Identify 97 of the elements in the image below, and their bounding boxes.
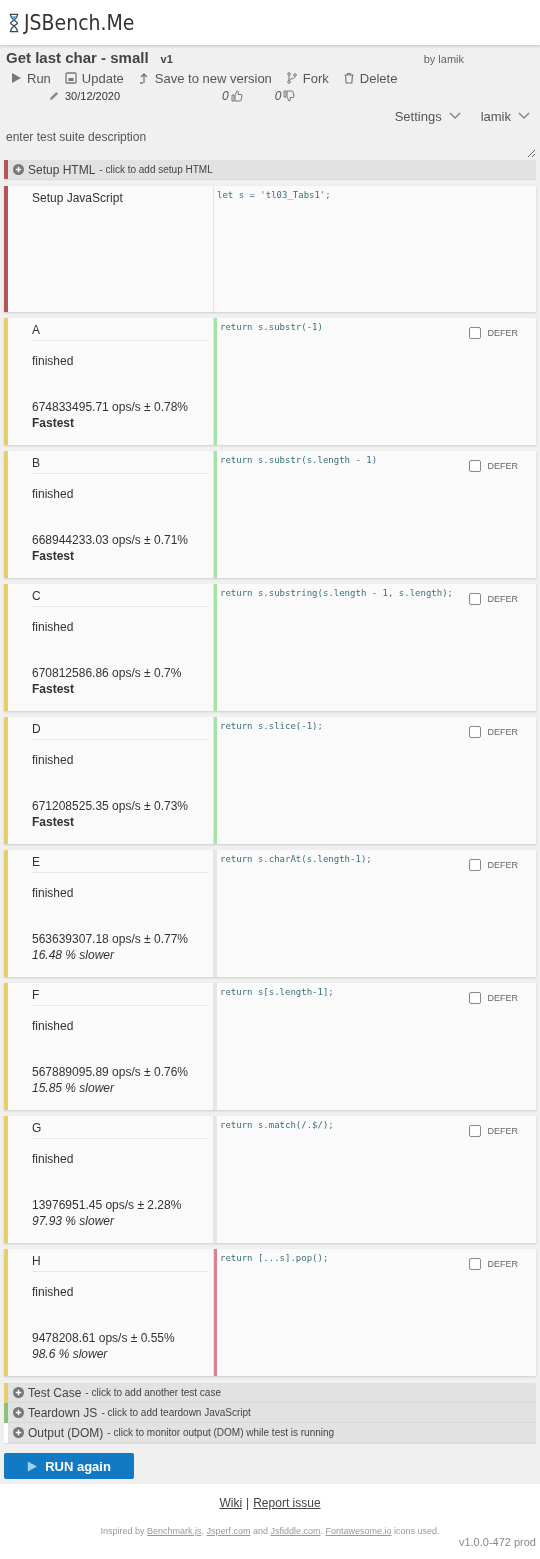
- like-button[interactable]: 0: [222, 89, 243, 103]
- test-result: 97.93 % slower: [32, 1214, 116, 1228]
- toolbar-button[interactable]: Run: [10, 69, 51, 87]
- test-name: F: [32, 987, 209, 1006]
- credits-text: Inspired by Benchmark.js, Jsperf.com and Jsfiddle.com. Fontawesome.io icons used.: [100, 1526, 440, 1536]
- toolbar-button[interactable]: Delete: [342, 69, 398, 87]
- wiki-link[interactable]: Wiki: [219, 1496, 243, 1510]
- test-name: B: [32, 455, 209, 474]
- toolbar-button[interactable]: Fork: [285, 69, 329, 87]
- code-editor[interactable]: return [...s].pop(); DEFER: [214, 1249, 536, 1376]
- toolbar-button[interactable]: Update: [64, 69, 124, 87]
- setup-html-bar[interactable]: Setup HTML - click to add setup HTML: [4, 160, 536, 179]
- defer-checkbox[interactable]: DEFER: [469, 593, 518, 605]
- dropdown-menu[interactable]: lamik: [480, 108, 530, 124]
- test-name: C: [32, 588, 209, 607]
- test-name: E: [32, 854, 209, 873]
- test-status: finished: [32, 1019, 75, 1033]
- test-result: Fastest: [32, 682, 76, 696]
- test-ops: 674833495.71 ops/s ± 0.78%: [32, 400, 190, 414]
- version-text: v1.0.0-472 prod: [458, 1536, 536, 1548]
- upload-icon: [137, 72, 150, 84]
- thumbs-up-icon: [230, 90, 243, 102]
- bar-hint: - click to monitor output (DOM) while test is running: [107, 1427, 335, 1438]
- play-icon: [10, 72, 22, 84]
- toolbar-button[interactable]: Save to new version: [137, 69, 272, 87]
- code-editor[interactable]: return s.match(/.$/); DEFER: [214, 1116, 536, 1243]
- code-editor[interactable]: return s[s.length-1]; DEFER: [214, 983, 536, 1110]
- run-again-button[interactable]: RUN again: [4, 1453, 134, 1479]
- fork-icon: [285, 72, 298, 84]
- play-icon: [27, 1460, 38, 1472]
- dislike-button[interactable]: 0: [274, 89, 296, 103]
- test-ops: 670812586.86 ops/s ± 0.7%: [32, 666, 183, 680]
- test-name: D: [32, 721, 209, 740]
- author-label: by lamik: [423, 53, 464, 65]
- test-result: 98.6 % slower: [32, 1347, 109, 1361]
- code-editor[interactable]: return s.charAt(s.length-1); DEFER: [214, 850, 536, 977]
- code-editor[interactable]: return s.substr(-1) DEFER: [214, 318, 536, 445]
- test-result: Fastest: [32, 416, 76, 430]
- test-ops: 9478208.61 ops/s ± 0.55%: [32, 1331, 176, 1345]
- test-result: 16.48 % slower: [32, 948, 116, 962]
- setup-js-label: Setup JavaScript: [32, 190, 124, 205]
- save-icon: [64, 72, 77, 84]
- bar-title: Test Case: [28, 1385, 82, 1400]
- defer-checkbox[interactable]: DEFER: [469, 460, 518, 472]
- defer-checkbox[interactable]: DEFER: [469, 327, 518, 339]
- test-ops: 13976951.45 ops/s ± 2.28%: [32, 1198, 183, 1212]
- test-status: finished: [32, 620, 75, 634]
- test-status: finished: [32, 354, 75, 368]
- defer-checkbox[interactable]: DEFER: [469, 859, 518, 871]
- test-result: Fastest: [32, 549, 76, 563]
- defer-checkbox[interactable]: DEFER: [469, 1258, 518, 1270]
- test-ops: 563639307.18 ops/s ± 0.77%: [32, 932, 190, 946]
- suite-title: Get last char - small: [6, 49, 149, 66]
- add-section-bar[interactable]: Output (DOM) - click to monitor output (DOM) while test is running: [4, 1423, 536, 1443]
- test-name: H: [32, 1253, 209, 1272]
- test-result: 15.85 % slower: [32, 1081, 116, 1095]
- bar-title: Setup HTML: [28, 162, 96, 177]
- defer-checkbox[interactable]: DEFER: [469, 992, 518, 1004]
- version-label: v1: [160, 53, 173, 65]
- report-issue-link[interactable]: Report issue: [253, 1496, 321, 1510]
- test-status: finished: [32, 753, 75, 767]
- bar-hint: - click to add setup HTML: [99, 164, 213, 175]
- defer-checkbox[interactable]: DEFER: [469, 726, 518, 738]
- logo-text: JSBench.Me: [24, 10, 135, 35]
- test-status: finished: [32, 886, 75, 900]
- test-ops: 671208525.35 ops/s ± 0.73%: [32, 799, 190, 813]
- pencil-icon: [48, 90, 59, 102]
- test-name: A: [32, 322, 209, 341]
- link-separator: |: [246, 1496, 250, 1510]
- dropdown-menu[interactable]: Settings: [394, 108, 461, 124]
- chevron-down-icon: [518, 112, 530, 120]
- bar-hint: - click to add teardown JavaScript: [101, 1407, 251, 1418]
- code-editor[interactable]: return s.substring(s.length - 1, s.length); DEFER: [214, 584, 536, 711]
- bar-title: Teardown JS: [28, 1405, 98, 1420]
- plus-circle-icon: [13, 1407, 24, 1418]
- defer-checkbox[interactable]: DEFER: [469, 1125, 518, 1137]
- bar-hint: - click to add another test case: [85, 1387, 221, 1398]
- plus-circle-icon: [13, 1427, 24, 1438]
- code-editor[interactable]: let s = 'tl03_Tabs1';: [214, 186, 536, 312]
- add-section-bar[interactable]: Test Case - click to add another test case: [4, 1383, 536, 1403]
- test-ops: 668944233.03 ops/s ± 0.71%: [32, 533, 190, 547]
- test-status: finished: [32, 1152, 75, 1166]
- plus-circle-icon: [13, 164, 24, 175]
- plus-circle-icon: [13, 1387, 24, 1398]
- bar-title: Output (DOM): [28, 1425, 104, 1440]
- test-status: finished: [32, 1285, 75, 1299]
- date-label: 30/12/2020: [65, 90, 121, 102]
- code-editor[interactable]: return s.substr(s.length - 1) DEFER: [214, 451, 536, 578]
- chevron-down-icon: [448, 112, 461, 120]
- code-editor[interactable]: return s.slice(-1); DEFER: [214, 717, 536, 844]
- thumbs-down-icon: [283, 90, 296, 102]
- add-section-bar[interactable]: Teardown JS - click to add teardown JavaScript: [4, 1403, 536, 1423]
- test-ops: 567889095.89 ops/s ± 0.76%: [32, 1065, 190, 1079]
- test-result: Fastest: [32, 815, 76, 829]
- test-name: G: [32, 1120, 209, 1139]
- test-status: finished: [32, 487, 75, 501]
- trash-icon: [342, 72, 355, 84]
